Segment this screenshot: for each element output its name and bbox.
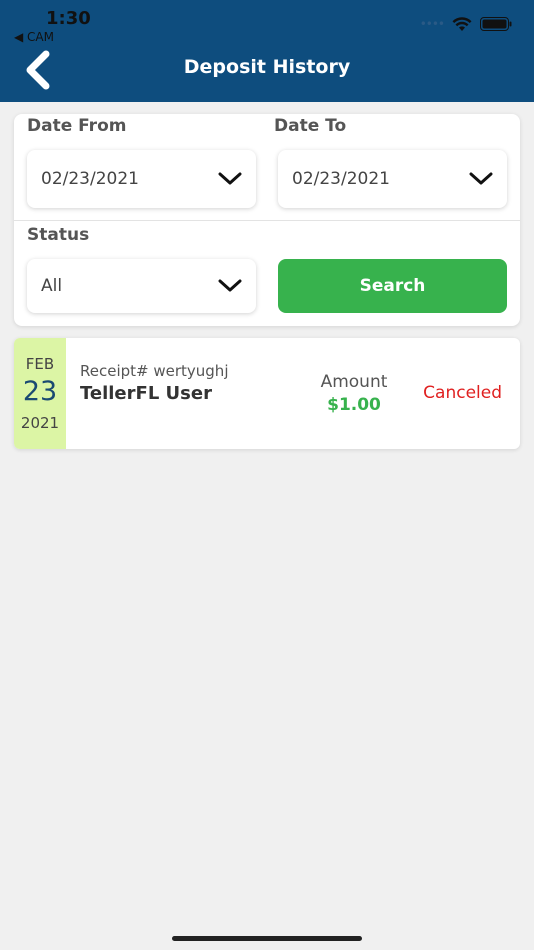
chevron-down-icon (218, 279, 242, 292)
record-day: 23 (22, 376, 58, 407)
back-to-app-link[interactable]: ◀ CAM (14, 30, 54, 44)
status-indicators: •••• (420, 16, 512, 32)
date-to-value: 02/23/2021 (292, 169, 390, 189)
date-to-select[interactable]: 02/23/2021 (278, 150, 507, 208)
record-year: 2021 (20, 414, 60, 432)
app-header: 1:30 ◀ CAM •••• Deposit History (0, 0, 534, 102)
amount-label: Amount (320, 372, 388, 392)
cellular-signal-icon: •••• (419, 17, 445, 31)
deposit-record[interactable]: FEB 23 2021 Receipt# wertyughj TellerFL … (14, 338, 520, 449)
status-time: 1:30 (46, 8, 91, 29)
status-select[interactable]: All (27, 259, 256, 313)
date-from-value: 02/23/2021 (41, 169, 139, 189)
record-month: FEB (25, 355, 55, 373)
receipt-number: Receipt# wertyughj (80, 362, 229, 380)
filter-divider (14, 220, 520, 221)
date-from-label: Date From (27, 116, 127, 136)
date-to-label: Date To (274, 116, 347, 136)
status-badge: Canceled (423, 383, 502, 403)
wifi-icon (452, 16, 472, 32)
date-block: FEB 23 2021 (14, 338, 66, 449)
filter-panel: Date From 02/23/2021 Date To 02/23/2021 … (14, 114, 520, 326)
amount-value: $1.00 (327, 395, 381, 415)
page-title: Deposit History (183, 56, 351, 78)
record-user: TellerFL User (80, 383, 212, 404)
home-indicator[interactable] (172, 936, 362, 941)
battery-icon (480, 17, 512, 31)
chevron-down-icon (469, 172, 493, 185)
status-label: Status (27, 225, 90, 245)
status-value: All (41, 276, 63, 296)
chevron-down-icon (218, 172, 242, 185)
search-button[interactable]: Search (278, 259, 507, 313)
date-from-select[interactable]: 02/23/2021 (27, 150, 256, 208)
